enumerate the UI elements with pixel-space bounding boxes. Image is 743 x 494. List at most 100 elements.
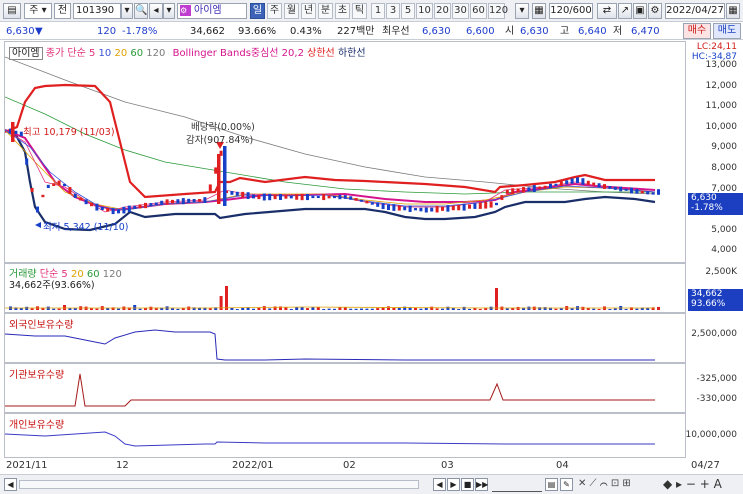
price-panel[interactable]: 아이엠 종가 단순 5 10 20 60 120 Bollinger Bands…: [4, 41, 686, 263]
grid-icon[interactable]: ▦: [532, 3, 546, 19]
drawing-tools-icons[interactable]: ✕ ⟋ ⌒ ⊡ ⊞: [578, 478, 631, 489]
market-select[interactable]: 주 ▾: [24, 3, 52, 19]
count-input[interactable]: 120/600: [549, 3, 593, 19]
volume-bar: [63, 305, 66, 310]
scope-select[interactable]: 전: [54, 3, 71, 19]
sell-button[interactable]: 매도: [713, 23, 741, 39]
candle: [554, 183, 558, 186]
period-tab-6[interactable]: 틱: [352, 3, 367, 19]
candle: [349, 196, 353, 200]
volume-bar: [624, 308, 628, 310]
prev-page-icon[interactable]: ◀: [433, 478, 446, 491]
price-axis: LC:24,11 HC:-34,87 13,000 12,000 11,000 10,…: [686, 41, 743, 263]
candle: [619, 186, 623, 192]
candle: [478, 202, 482, 209]
speaker-dropdown-icon[interactable]: ▾: [163, 3, 175, 19]
search-icon[interactable]: 🔍: [134, 3, 148, 19]
institution-holding-panel[interactable]: 기관보유수량: [4, 363, 686, 413]
zoom-slider[interactable]: [492, 479, 542, 492]
interval-tab-4[interactable]: 20: [434, 3, 451, 19]
interval-tab-7[interactable]: 120: [488, 3, 508, 19]
institution-axis: -325,000 -330,000: [686, 363, 743, 413]
candle: [95, 203, 99, 211]
candle: [635, 188, 639, 194]
foreign-holding-chart[interactable]: [5, 314, 685, 362]
period-tab-4[interactable]: 분: [318, 3, 333, 19]
candle: [223, 146, 227, 206]
candle: [387, 204, 390, 210]
volume-bar: [387, 306, 390, 310]
ticker-input[interactable]: 101390: [73, 3, 121, 19]
volume-bar: [311, 307, 315, 310]
interval-tab-2[interactable]: 5: [401, 3, 415, 19]
period-tab-3[interactable]: 년: [301, 3, 316, 19]
volume-ratio: 93.66%: [238, 26, 277, 37]
candle: [300, 193, 304, 201]
stock-name-field[interactable]: ⚙ 아이엠: [177, 3, 247, 19]
calendar-icon[interactable]: ▦: [726, 3, 740, 19]
volume-panel[interactable]: 거래량 단순 5 20 60 120 34,662주(93.66%): [4, 263, 686, 313]
stock-badge-icon: ⚙: [180, 5, 191, 16]
period-tab-5[interactable]: 초: [335, 3, 350, 19]
zoom-controls[interactable]: ◆ ▸ − + A: [663, 477, 722, 491]
volume-bar: [354, 308, 358, 310]
candle: [543, 185, 547, 189]
candle: [457, 204, 461, 211]
period-tab-0[interactable]: 일: [250, 3, 265, 19]
candle: [424, 207, 428, 213]
candle: [311, 195, 315, 199]
settings-dropdown-icon[interactable]: ▾: [515, 3, 529, 19]
compare-icon[interactable]: ⇄: [597, 3, 617, 19]
stop-icon[interactable]: ■: [461, 478, 474, 491]
low-value: 6,470: [631, 26, 660, 37]
x-label-3: 2022/01: [232, 460, 274, 471]
date-input[interactable]: 2022/04/27: [665, 3, 725, 19]
period-tab-1[interactable]: 주: [267, 3, 282, 19]
scroll-track[interactable]: [19, 480, 419, 489]
candle: [73, 193, 77, 198]
institution-holding-line: [5, 373, 655, 407]
candle: [100, 206, 104, 211]
interval-tab-1[interactable]: 3: [386, 3, 400, 19]
chart-type-icon[interactable]: ↗: [618, 3, 632, 19]
ticker-dropdown-icon[interactable]: ▾: [121, 3, 133, 19]
candle: [559, 181, 563, 186]
foreign-holding-panel[interactable]: 외국인보유수량: [4, 313, 686, 363]
x-label-1: 2021/11: [6, 460, 48, 471]
legend-ma120: 120: [146, 48, 166, 59]
individual-holding-panel[interactable]: 개인보유수량: [4, 413, 686, 458]
volume-bar: [457, 308, 461, 310]
candle: [117, 209, 120, 214]
next-page-icon[interactable]: ▶: [447, 478, 460, 491]
candle: [284, 195, 288, 199]
individual-holding-chart[interactable]: [5, 414, 685, 457]
candle: [522, 187, 525, 193]
interval-tab-3[interactable]: 10: [416, 3, 433, 19]
interval-tab-0[interactable]: 1: [371, 3, 385, 19]
legend-bb-label: Bollinger Bands중심선 20,2: [172, 48, 304, 59]
legend-ma5: 5: [88, 48, 96, 59]
individual-label: 개인보유수량: [9, 420, 65, 431]
period-tab-2[interactable]: 월: [284, 3, 299, 19]
interval-tab-6[interactable]: 60: [470, 3, 487, 19]
candle: [217, 154, 221, 204]
save-icon[interactable]: ▣: [633, 3, 647, 19]
candle: [230, 191, 234, 195]
volume-bar: [176, 308, 180, 310]
candle: [586, 180, 590, 185]
scroll-left-icon[interactable]: ◀: [4, 478, 17, 491]
menu-icon[interactable]: ▤: [3, 3, 21, 19]
institution-holding-chart[interactable]: [5, 364, 685, 412]
volume-bar: [559, 308, 563, 310]
end-icon[interactable]: ▶▶: [475, 478, 488, 491]
interval-tab-5[interactable]: 30: [452, 3, 469, 19]
candle: [435, 205, 439, 213]
candle: [624, 188, 628, 191]
speaker-icon[interactable]: ◂: [149, 3, 163, 19]
tool-icon[interactable]: ✎: [560, 478, 573, 491]
gear-icon[interactable]: ⚙: [648, 3, 662, 19]
candle: [11, 122, 15, 142]
candle: [446, 205, 450, 212]
lock-icon[interactable]: ▤: [545, 478, 558, 491]
buy-button[interactable]: 매수: [683, 23, 711, 39]
